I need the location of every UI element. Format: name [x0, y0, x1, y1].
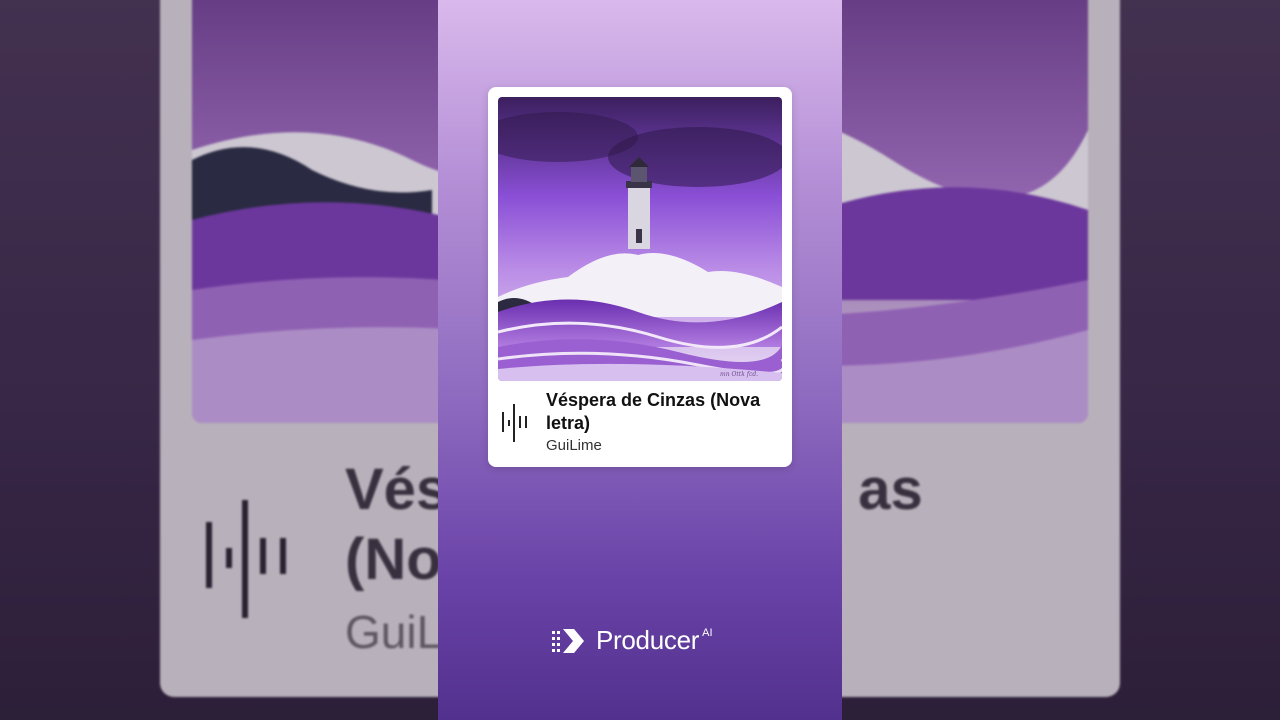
brand-watermark: Producer AI [552, 625, 713, 656]
song-card[interactable]: mn Ottk fcd. Véspera de Cinzas (Nova let… [488, 87, 792, 467]
audio-waveform-icon [502, 404, 527, 442]
artist-name: GuiLime [546, 437, 602, 454]
brand-name: Producer [596, 625, 700, 655]
album-cover-art: mn Ottk fcd. [498, 97, 782, 381]
svg-text:mn Ottk fcd.: mn Ottk fcd. [720, 371, 758, 378]
producer-logo-icon [552, 628, 584, 653]
brand-ai-suffix: AI [702, 626, 713, 639]
song-title: Véspera de Cinzas (Nova letra) [546, 390, 761, 433]
short-video-panel: mn Ottk fcd. Véspera de Cinzas (Nova let… [438, 0, 842, 720]
